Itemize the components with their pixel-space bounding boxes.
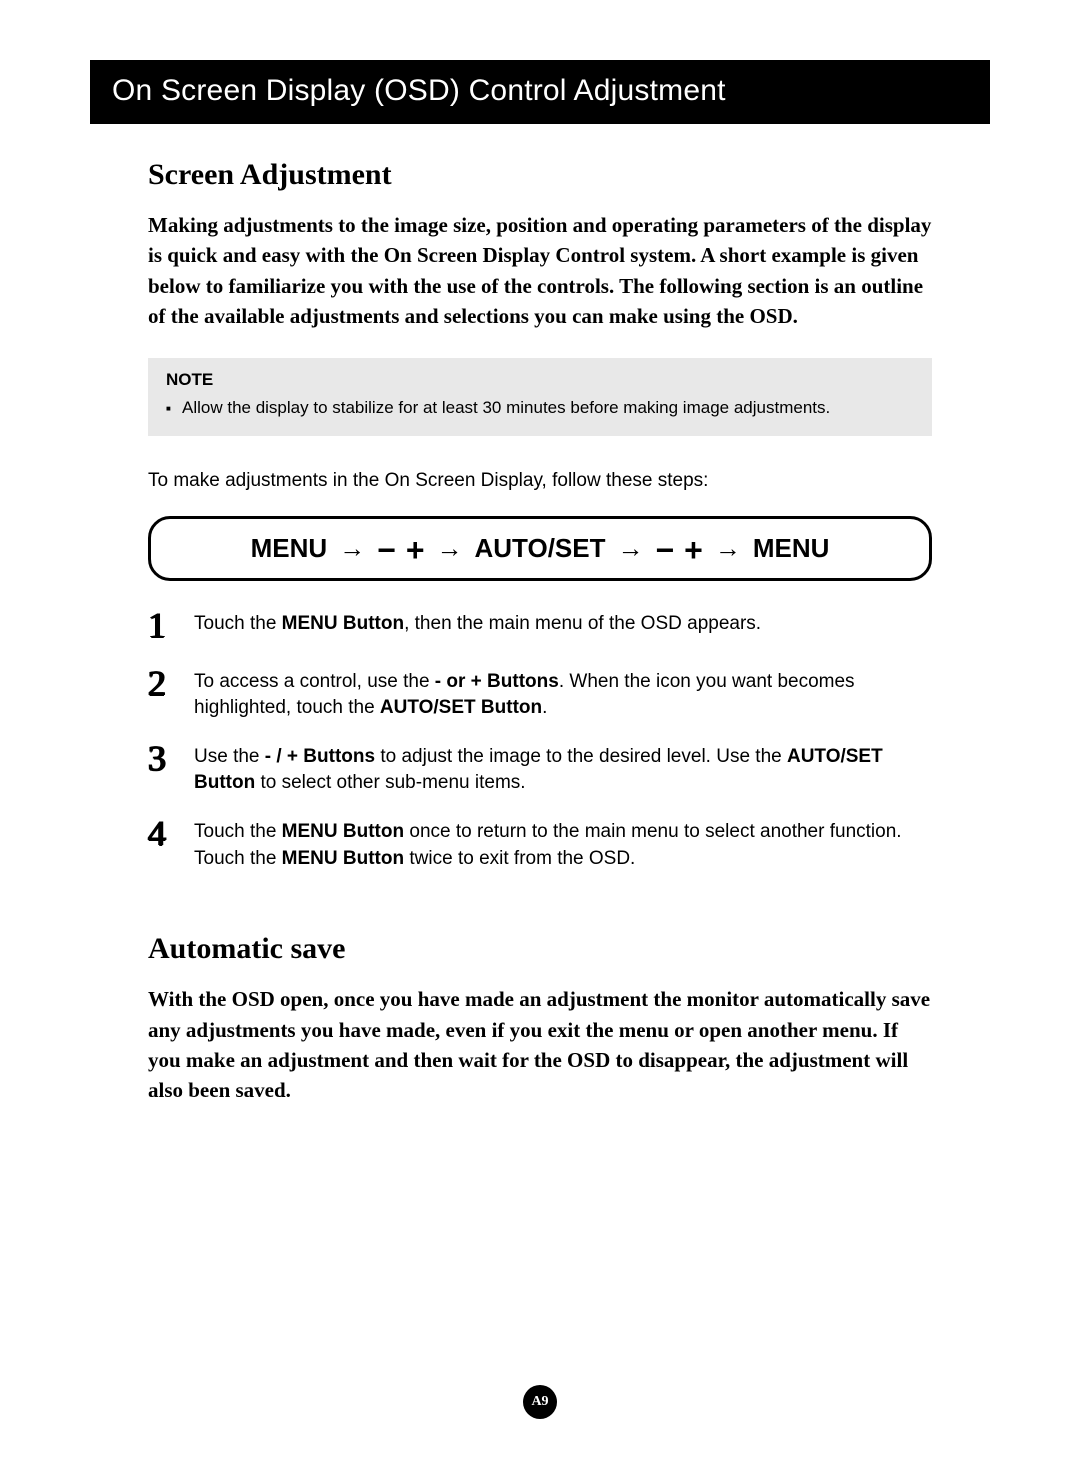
seq-menu-2: MENU [753, 533, 830, 564]
note-box: NOTE Allow the display to stabilize for … [148, 358, 932, 436]
step-number: 1 [148, 607, 178, 643]
lead-text: To make adjustments in the On Screen Dis… [148, 470, 932, 492]
arrow-icon: → [617, 533, 643, 564]
step-number: 2 [148, 665, 178, 701]
seq-menu-1: MENU [251, 533, 328, 564]
page-content: Screen Adjustment Making adjustments to … [90, 158, 990, 1106]
page-title: On Screen Display (OSD) Control Adjustme… [112, 74, 726, 107]
note-list: Allow the display to stabilize for at le… [166, 396, 914, 420]
page-number-badge: A9 [523, 1385, 557, 1419]
section-intro-2: With the OSD open, once you have made an… [148, 984, 932, 1106]
section-heading-screen-adjustment: Screen Adjustment [148, 158, 932, 192]
page-title-bar: On Screen Display (OSD) Control Adjustme… [90, 60, 990, 124]
note-label: NOTE [166, 370, 914, 390]
arrow-icon: → [715, 533, 741, 564]
step-4: 4 Touch the MENU Button once to return t… [148, 819, 932, 872]
note-item: Allow the display to stabilize for at le… [166, 396, 914, 420]
arrow-icon: → [437, 533, 463, 564]
step-text: Touch the MENU Button once to return to … [194, 819, 932, 872]
step-text: Use the - / + Buttons to adjust the imag… [194, 744, 932, 797]
steps-list: 1 Touch the MENU Button, then the main m… [148, 611, 932, 873]
section-heading-automatic-save: Automatic save [148, 932, 932, 966]
button-sequence-diagram: MENU → − + → AUTO/SET → − + → MENU [148, 516, 932, 581]
page-number: A9 [531, 1394, 548, 1410]
step-number: 3 [148, 740, 178, 776]
seq-autoset: AUTO/SET [475, 533, 606, 564]
step-1: 1 Touch the MENU Button, then the main m… [148, 611, 932, 647]
arrow-icon: → [339, 533, 365, 564]
step-2: 2 To access a control, use the - or + Bu… [148, 669, 932, 722]
step-3: 3 Use the - / + Buttons to adjust the im… [148, 744, 932, 797]
section-intro-1: Making adjustments to the image size, po… [148, 210, 932, 332]
step-number: 4 [148, 815, 178, 851]
step-text: Touch the MENU Button, then the main men… [194, 611, 932, 638]
step-text: To access a control, use the - or + Butt… [194, 669, 932, 722]
